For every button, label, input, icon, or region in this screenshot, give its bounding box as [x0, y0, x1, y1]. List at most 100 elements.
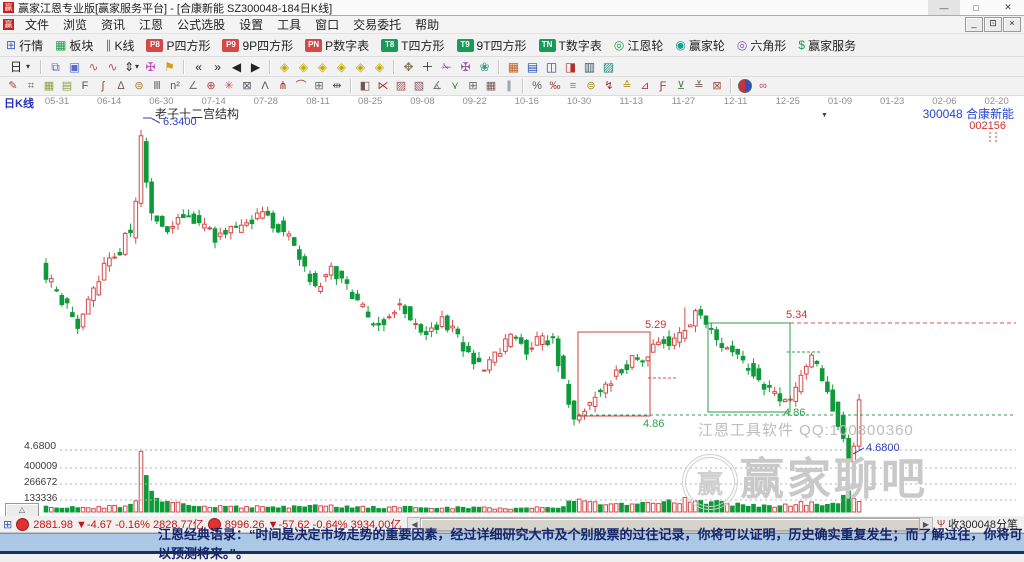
period-day[interactable]: 日▾: [4, 57, 36, 76]
overlay-glasses[interactable]: ✠: [141, 58, 160, 75]
gann-wheel[interactable]: ◎江恩轮: [608, 36, 670, 55]
draw-trend[interactable]: ⊻: [672, 79, 690, 94]
minimize-button[interactable]: —: [928, 0, 960, 15]
quote-grid-icon[interactable]: ⊞: [3, 518, 12, 531]
calculator-tool[interactable]: ▤: [523, 58, 542, 75]
winner-service[interactable]: $赢家服务: [792, 36, 862, 55]
draw-pen[interactable]: ✎: [4, 79, 22, 94]
draw-shade-box[interactable]: ▨: [392, 79, 410, 94]
sector-blocks[interactable]: ▦板块: [49, 36, 99, 55]
close-button[interactable]: ✕: [992, 0, 1024, 15]
t-square[interactable]: T8T四方形: [375, 36, 450, 55]
next-bar[interactable]: ▶: [246, 58, 265, 75]
gann-diamond-4[interactable]: ◈: [332, 58, 351, 75]
p-square[interactable]: P8P四方形: [140, 36, 216, 55]
line-chart-small2[interactable]: ∿: [103, 58, 122, 75]
menu-tools[interactable]: 工具: [270, 16, 308, 33]
glasses-tool[interactable]: ✠: [456, 58, 475, 75]
window-cascade[interactable]: ⧉: [46, 58, 65, 75]
p-number-table[interactable]: PNP数字表: [299, 36, 375, 55]
draw-fan[interactable]: ⋉: [374, 79, 392, 94]
draw-gold-circle[interactable]: ⊜: [582, 79, 600, 94]
draw-hatch[interactable]: ⌗: [22, 79, 40, 94]
kline-chart[interactable]: ∥K线: [99, 36, 140, 55]
gann-diamond-3[interactable]: ◈: [313, 58, 332, 75]
menu-formula-pick[interactable]: 公式选股: [170, 16, 232, 33]
menu-news[interactable]: 资讯: [94, 16, 132, 33]
hand-tool[interactable]: ✥: [399, 58, 418, 75]
draw-angle[interactable]: ∠: [184, 79, 202, 94]
save-layout[interactable]: ◫: [542, 58, 561, 75]
draw-bars[interactable]: Ⅲ: [148, 79, 166, 94]
t-number-table[interactable]: TNT数字表: [533, 36, 608, 55]
line-chart-small[interactable]: ∿: [84, 58, 103, 75]
draw-spiral[interactable]: ʃ: [94, 79, 112, 94]
first-page[interactable]: «: [189, 58, 208, 75]
draw-arc[interactable]: ⌒: [292, 79, 310, 94]
prev-bar[interactable]: ◀: [227, 58, 246, 75]
crosshair-add[interactable]: ＋: [418, 58, 437, 75]
menu-browse[interactable]: 浏览: [56, 16, 94, 33]
flower-tool[interactable]: ❀: [475, 58, 494, 75]
menu-gann[interactable]: 江恩: [132, 16, 170, 33]
draw-triangle[interactable]: ∆: [112, 79, 130, 94]
draw-parallel[interactable]: ∥: [500, 79, 518, 94]
export-tool[interactable]: ▨: [599, 58, 618, 75]
draw-box-x[interactable]: ⊠: [708, 79, 726, 94]
draw-wedge[interactable]: ⊿: [636, 79, 654, 94]
draw-f-line[interactable]: Ƒ: [654, 79, 672, 94]
draw-gold-line[interactable]: ≙: [618, 79, 636, 94]
draw-arrows-lr[interactable]: ⇹: [328, 79, 346, 94]
menu-window[interactable]: 窗口: [308, 16, 346, 33]
draw-peak-mark[interactable]: Λ: [256, 79, 274, 94]
chart-area[interactable]: 05-3106-1406-3007-1407-2808-1108-2509-08…: [0, 96, 1024, 516]
menu-trade[interactable]: 交易委托: [346, 16, 408, 33]
draw-half-box[interactable]: ◧: [356, 79, 374, 94]
draw-check[interactable]: ⋎: [446, 79, 464, 94]
draw-angle2[interactable]: ∡: [428, 79, 446, 94]
draw-grid2[interactable]: ⊞: [464, 79, 482, 94]
restore-button[interactable]: □: [960, 0, 992, 15]
scissors-tool[interactable]: ✁: [437, 58, 456, 75]
t9-square[interactable]: T99T四方形: [451, 36, 533, 55]
draw-n-square[interactable]: n²: [166, 79, 184, 94]
draw-boxed-x[interactable]: ⊠: [238, 79, 256, 94]
draw-lightning[interactable]: ↯: [600, 79, 618, 94]
taiji-tool[interactable]: [736, 79, 754, 94]
draw-grid-green[interactable]: ▦: [40, 79, 58, 94]
menu-settings[interactable]: 设置: [232, 16, 270, 33]
draw-grid-green2[interactable]: ▤: [58, 79, 76, 94]
market-quotes[interactable]: ⊞行情: [0, 36, 49, 55]
mdi-close-button[interactable]: ×: [1003, 17, 1021, 32]
calendar-tool[interactable]: ▦: [504, 58, 523, 75]
p9-square[interactable]: P99P四方形: [216, 36, 299, 55]
menu-help[interactable]: 帮助: [408, 16, 446, 33]
gann-diamond-2[interactable]: ◈: [294, 58, 313, 75]
draw-gann-circle[interactable]: ⊕: [202, 79, 220, 94]
draw-fibo-f[interactable]: F: [76, 79, 94, 94]
infinity-tool[interactable]: ∞: [754, 79, 772, 94]
draw-time-cycle[interactable]: ⋔: [274, 79, 292, 94]
flag-marker[interactable]: ⚑: [160, 58, 179, 75]
hexagon-tool[interactable]: ◎六角形: [731, 36, 793, 55]
printer-tool[interactable]: ▥: [580, 58, 599, 75]
draw-shade-box2[interactable]: ▧: [410, 79, 428, 94]
pane-expand-button[interactable]: △: [5, 503, 39, 516]
draw-resist[interactable]: ≚: [690, 79, 708, 94]
candle-style[interactable]: ⇕▾: [122, 58, 141, 75]
gann-diamond-5[interactable]: ◈: [351, 58, 370, 75]
draw-levels[interactable]: ≡: [564, 79, 582, 94]
draw-starburst[interactable]: ✳: [220, 79, 238, 94]
draw-grid3[interactable]: ▦: [482, 79, 500, 94]
winner-wheel[interactable]: ◉赢家轮: [669, 36, 731, 55]
gann-diamond-6[interactable]: ◈: [370, 58, 389, 75]
gann-diamond-1[interactable]: ◈: [275, 58, 294, 75]
sse-index-icon[interactable]: [16, 518, 29, 531]
save-disk[interactable]: ◨: [561, 58, 580, 75]
draw-circle-center[interactable]: ⊜: [130, 79, 148, 94]
draw-permille[interactable]: ‰: [546, 79, 564, 94]
mdi-minimize-button[interactable]: _: [965, 17, 983, 32]
draw-box-grid[interactable]: ⊞: [310, 79, 328, 94]
mdi-restore-button[interactable]: ⊡: [984, 17, 1002, 32]
last-page[interactable]: »: [208, 58, 227, 75]
